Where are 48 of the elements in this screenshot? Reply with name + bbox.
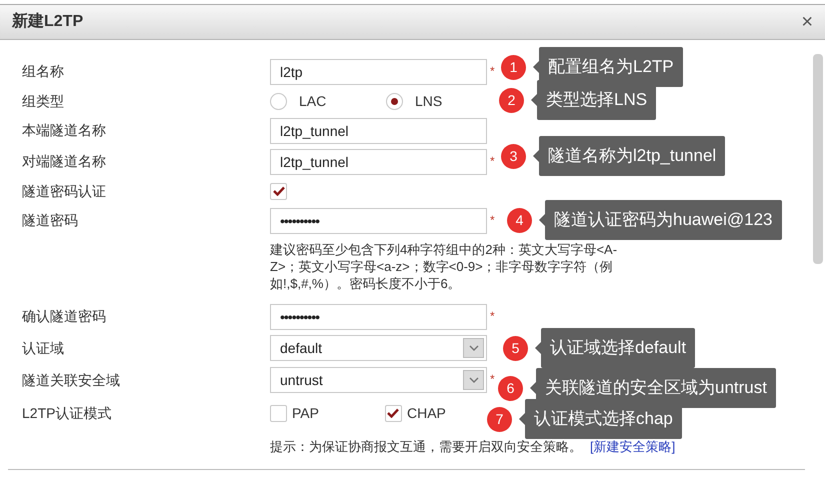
checkbox-label: CHAP: [406, 404, 446, 422]
field-label: 组类型: [21, 92, 65, 110]
required-mark: *: [490, 308, 495, 324]
close-button[interactable]: ×: [801, 12, 813, 32]
field-label: 认证域: [21, 338, 65, 358]
text-field[interactable]: l2tp_tunnel: [270, 148, 487, 174]
dialog-title: 新建L2TP: [12, 11, 84, 32]
select-field[interactable]: default: [270, 335, 487, 361]
field-label: 确认隧道密码: [21, 307, 107, 326]
text-field[interactable]: l2tp: [270, 58, 487, 84]
radio-button[interactable]: [270, 92, 287, 110]
hint-text: 提示：为保证协商报文互通，需要开启双向安全策略。 [新建安全策略]: [270, 438, 676, 455]
step-badge: 1: [501, 54, 526, 80]
chevron-down-icon: [468, 345, 478, 351]
step-badge: 6: [498, 376, 523, 400]
check-icon: [272, 186, 284, 196]
field-label: 隧道密码: [21, 211, 79, 230]
checkbox[interactable]: [384, 404, 402, 422]
new-policy-link[interactable]: [新建安全策略]: [590, 439, 676, 454]
select-field[interactable]: untrust: [270, 367, 487, 393]
required-mark: *: [490, 62, 495, 80]
field-label: L2TP认证模式: [21, 404, 112, 422]
required-mark: *: [490, 212, 495, 228]
radio-label: LNS: [415, 92, 442, 110]
chevron-down-icon: [468, 377, 478, 383]
radio-button[interactable]: [386, 92, 403, 110]
text-field[interactable]: l2tp_tunnel: [270, 118, 487, 144]
scrollbar[interactable]: [813, 54, 823, 264]
step-badge: 7: [487, 406, 512, 432]
step-badge: 2: [499, 88, 524, 112]
field-label: 对端隧道名称: [21, 152, 107, 171]
field-label: 组名称: [21, 62, 65, 81]
hint-text: 建议密码至少包含下列4种字符组中的2种：英文大写字母<A-Z>；英文小写字母<a-z>；数字<0-9>；非字母数字字符（例如!,$,#,%）。密码长度不小于6。: [270, 241, 618, 292]
step-badge: 3: [501, 144, 526, 168]
required-mark: *: [490, 371, 495, 388]
step-badge: 5: [503, 336, 528, 360]
field-label: 隧道密码认证: [21, 182, 107, 200]
checkbox[interactable]: [270, 182, 287, 200]
password-field[interactable]: ••••••••••: [270, 208, 487, 234]
checkbox-label: PAP: [292, 404, 319, 422]
field-label: 本端隧道名称: [21, 121, 107, 140]
checkbox[interactable]: [270, 404, 287, 422]
password-field[interactable]: ••••••••••: [270, 304, 487, 330]
required-mark: *: [490, 152, 495, 170]
step-badge: 4: [507, 208, 532, 232]
check-icon: [387, 408, 400, 418]
radio-label: LAC: [299, 92, 326, 110]
field-label: 隧道关联安全域: [21, 370, 121, 390]
